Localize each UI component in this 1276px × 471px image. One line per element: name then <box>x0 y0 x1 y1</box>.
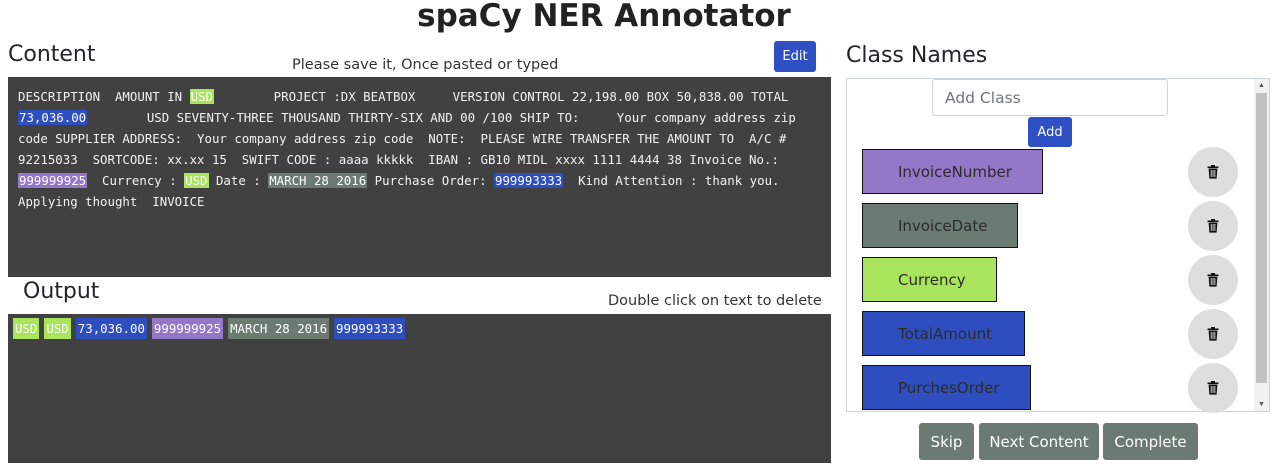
class-item-currency[interactable]: Currency <box>862 257 997 302</box>
output-entity-currency[interactable]: USD <box>13 318 40 339</box>
class-names-heading: Class Names <box>846 43 988 68</box>
content-text: Purchase Order: <box>367 173 495 188</box>
class-item-totalamount[interactable]: TotalAmount <box>862 311 1025 356</box>
next-content-button[interactable]: Next Content <box>979 423 1099 460</box>
output-entity-currency[interactable]: USD <box>44 318 71 339</box>
class-item-label: InvoiceNumber <box>898 162 1012 181</box>
output-entity-purchesorder[interactable]: 999993333 <box>334 318 406 339</box>
scroll-down-arrow-icon[interactable]: ▼ <box>1254 398 1269 411</box>
trash-icon <box>1207 381 1219 395</box>
class-item-label: PurchesOrder <box>898 378 1000 397</box>
entity-highlight-invoicenumber[interactable]: 999999925 <box>18 173 88 188</box>
content-text: USD SEVENTY-THREE THOUSAND THIRTY-SIX AN… <box>18 110 804 167</box>
entity-highlight-purchesorder[interactable]: 999993333 <box>494 173 564 188</box>
delete-class-button[interactable] <box>1188 147 1238 197</box>
output-entity-invoicenumber[interactable]: 999999925 <box>151 318 224 339</box>
class-item-invoicedate[interactable]: InvoiceDate <box>862 203 1018 248</box>
entity-highlight-invoicedate[interactable]: MARCH 28 2016 <box>268 173 368 188</box>
content-text-area[interactable]: DESCRIPTION AMOUNT IN USD PROJECT :DX BE… <box>8 77 831 277</box>
skip-button[interactable]: Skip <box>919 423 974 460</box>
content-heading: Content <box>8 42 96 67</box>
entity-highlight-totalamount[interactable]: 73,036.00 <box>18 110 88 125</box>
content-text: PROJECT :DX BEATBOX VERSION CONTROL 22,1… <box>213 89 796 104</box>
delete-class-button[interactable] <box>1188 309 1238 359</box>
class-item-label: Currency <box>898 270 966 289</box>
output-heading: Output <box>23 279 100 304</box>
class-item-label: InvoiceDate <box>898 216 988 235</box>
class-panel-scrollbar[interactable]: ▲ ▼ <box>1254 79 1269 411</box>
output-entity-invoicedate[interactable]: MARCH 28 2016 <box>228 318 330 339</box>
class-item-invoicenumber[interactable]: InvoiceNumber <box>862 149 1043 194</box>
delete-class-button[interactable] <box>1188 255 1238 305</box>
class-item-purchesorder[interactable]: PurchesOrder <box>862 365 1031 410</box>
output-area: USD USD 73,036.00 999999925 MARCH 28 2016 999… <box>8 314 831 463</box>
scroll-up-arrow-icon[interactable]: ▲ <box>1254 79 1269 92</box>
delete-class-button[interactable] <box>1188 201 1238 251</box>
trash-icon <box>1207 273 1219 287</box>
delete-class-button[interactable] <box>1188 363 1238 413</box>
scroll-thumb[interactable] <box>1256 93 1267 383</box>
add-class-button[interactable]: Add <box>1028 117 1072 147</box>
complete-button[interactable]: Complete <box>1103 423 1198 460</box>
edit-button[interactable]: Edit <box>774 41 816 72</box>
add-class-input[interactable]: Add Class <box>932 79 1168 116</box>
content-text: Date : <box>208 173 269 188</box>
output-entity-totalamount[interactable]: 73,036.00 <box>75 318 147 339</box>
content-text: Currency : <box>87 173 185 188</box>
class-item-label: TotalAmount <box>898 324 992 343</box>
output-hint: Double click on text to delete <box>608 293 822 309</box>
entity-highlight-currency[interactable]: USD <box>189 89 214 104</box>
trash-icon <box>1207 219 1219 233</box>
content-hint: Please save it, Once pasted or typed <box>292 57 559 73</box>
entity-highlight-currency[interactable]: USD <box>184 173 209 188</box>
trash-icon <box>1207 327 1219 341</box>
trash-icon <box>1207 165 1219 179</box>
content-text: DESCRIPTION AMOUNT IN <box>18 89 190 104</box>
app-title: spaCy NER Annotator <box>417 0 791 34</box>
